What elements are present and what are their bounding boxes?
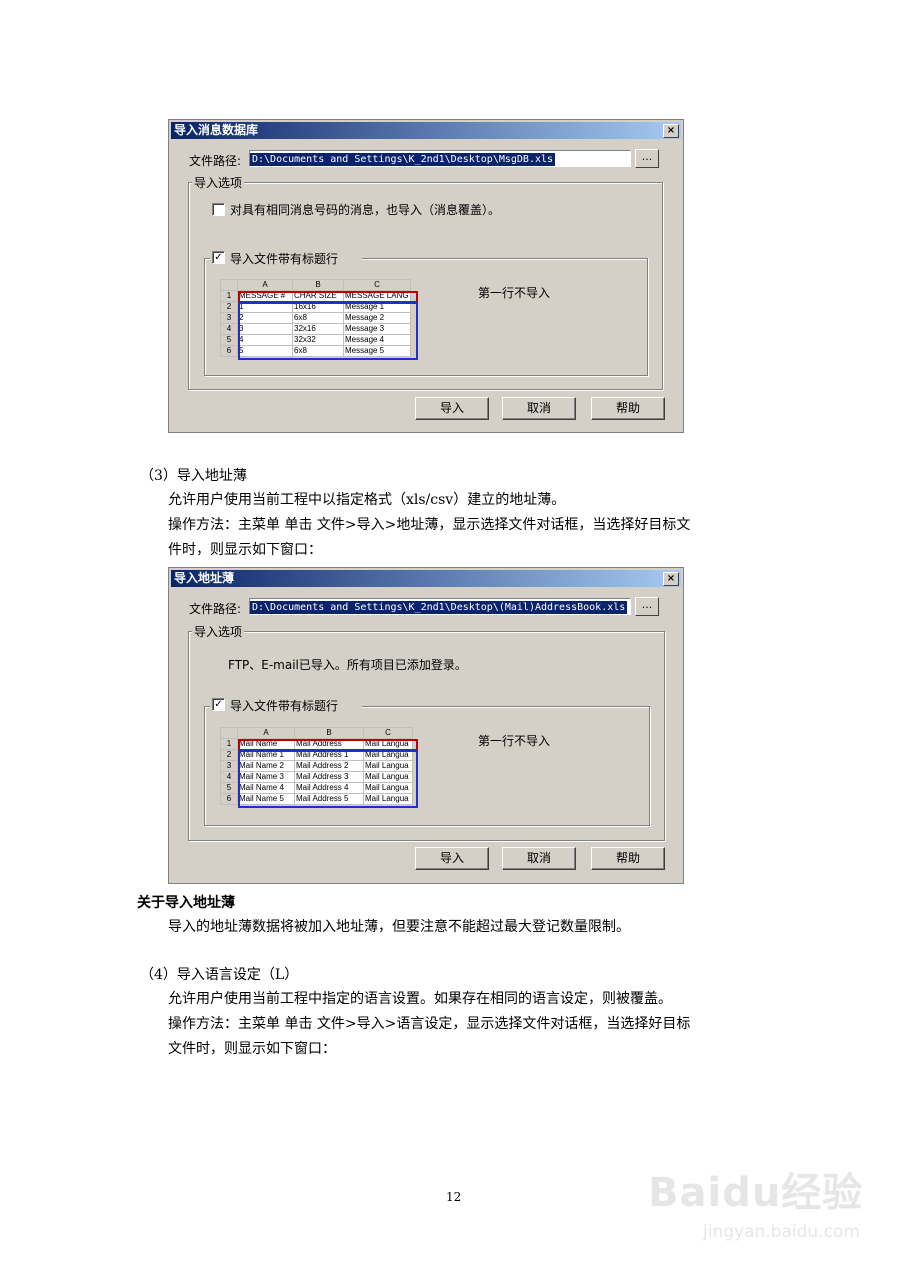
section3-heading: （3）导入地址薄 — [140, 468, 247, 484]
row-number: 4 — [220, 771, 238, 783]
overwrite-option-label: 对具有相同消息号码的消息，也导入（消息覆盖）。 — [230, 203, 501, 217]
overwrite-checkbox[interactable] — [212, 203, 225, 216]
import-address-book-dialog: 导入地址薄 × 文件路径: D:\Documents and Settings\… — [168, 567, 684, 884]
dialog-title: 导入消息数据库 — [171, 122, 681, 139]
section4-heading: （4）导入语言设定（L） — [140, 967, 299, 983]
data-rows-highlight — [238, 302, 418, 360]
row-number: 6 — [220, 793, 238, 805]
cancel-button[interactable]: 取消 — [502, 397, 576, 420]
header-row-option: ✓ 导入文件带有标题行 — [210, 250, 362, 266]
page-number: 12 — [446, 1190, 462, 1204]
row-number: 2 — [220, 749, 238, 761]
section3-line2: 操作方法：主菜单 单击 文件>导入>地址薄，显示选择文件对话框，当选择好目标文 — [168, 517, 691, 533]
import-info-text: FTP、E-mail已导入。所有项目已添加登录。 — [228, 658, 467, 672]
baidu-url-watermark: jingyan.baidu.com — [703, 1222, 860, 1242]
column-header: C — [343, 279, 411, 291]
row-number: 5 — [220, 334, 238, 346]
browse-button[interactable]: ... — [635, 149, 659, 168]
section4-line1: 允许用户使用当前工程中指定的语言设置。如果存在相同的语言设定，则被覆盖。 — [168, 991, 672, 1007]
import-options-label: 导入选项 — [192, 174, 245, 191]
column-header: A — [237, 727, 295, 739]
column-header: B — [294, 727, 364, 739]
row-number: 4 — [220, 323, 238, 335]
header-row-checkbox[interactable]: ✓ — [212, 698, 225, 711]
row-number: 1 — [220, 738, 238, 750]
import-button[interactable]: 导入 — [415, 397, 489, 420]
baidu-logo-watermark: Baidu经验 — [648, 1170, 864, 1216]
file-path-value: D:\Documents and Settings\K_2nd1\Desktop… — [250, 601, 628, 614]
file-path-value: D:\Documents and Settings\K_2nd1\Desktop… — [250, 153, 556, 166]
about-heading: 关于导入地址薄 — [137, 895, 235, 911]
column-header — [220, 279, 238, 291]
file-path-label: 文件路径: — [189, 602, 242, 616]
row-number: 1 — [220, 290, 238, 302]
row-number: 5 — [220, 782, 238, 794]
column-header: A — [237, 279, 293, 291]
section4-line2: 操作方法：主菜单 单击 文件>导入>语言设定，显示选择文件对话框，当选择好目标 — [168, 1016, 691, 1032]
section3-line3: 件时，则显示如下窗口： — [168, 542, 322, 558]
about-line1: 导入的地址薄数据将被加入地址薄，但要注意不能超过最大登记数量限制。 — [168, 919, 630, 935]
dialog-title: 导入地址薄 — [171, 570, 681, 587]
data-rows-highlight — [238, 750, 418, 808]
row-number: 3 — [220, 760, 238, 772]
header-row-label: 导入文件带有标题行 — [230, 699, 339, 713]
section3-line1: 允许用户使用当前工程中以指定格式（xls/csv）建立的地址薄。 — [168, 492, 566, 508]
column-header: C — [363, 727, 413, 739]
header-row-label: 导入文件带有标题行 — [230, 252, 339, 266]
import-button[interactable]: 导入 — [415, 847, 489, 870]
column-header: B — [292, 279, 344, 291]
first-row-note: 第一行不导入 — [478, 286, 551, 300]
header-row-option: ✓ 导入文件带有标题行 — [210, 697, 362, 713]
row-number: 3 — [220, 312, 238, 324]
row-number: 6 — [220, 345, 238, 357]
file-path-label: 文件路径: — [189, 154, 242, 168]
file-path-input[interactable]: D:\Documents and Settings\K_2nd1\Desktop… — [249, 150, 631, 167]
header-row-checkbox[interactable]: ✓ — [212, 251, 225, 264]
browse-button[interactable]: ... — [635, 597, 659, 616]
first-row-note: 第一行不导入 — [478, 734, 551, 748]
import-message-db-dialog: 导入消息数据库 × 文件路径: D:\Documents and Setting… — [168, 119, 684, 433]
column-header — [220, 727, 238, 739]
help-button[interactable]: 帮助 — [591, 847, 665, 870]
row-number: 2 — [220, 301, 238, 313]
close-icon[interactable]: × — [663, 572, 679, 586]
help-button[interactable]: 帮助 — [591, 397, 665, 420]
section4-line3: 文件时，则显示如下窗口： — [168, 1041, 336, 1057]
close-icon[interactable]: × — [663, 124, 679, 138]
import-options-label: 导入选项 — [192, 623, 245, 640]
cancel-button[interactable]: 取消 — [502, 847, 576, 870]
file-path-input[interactable]: D:\Documents and Settings\K_2nd1\Desktop… — [249, 598, 631, 615]
